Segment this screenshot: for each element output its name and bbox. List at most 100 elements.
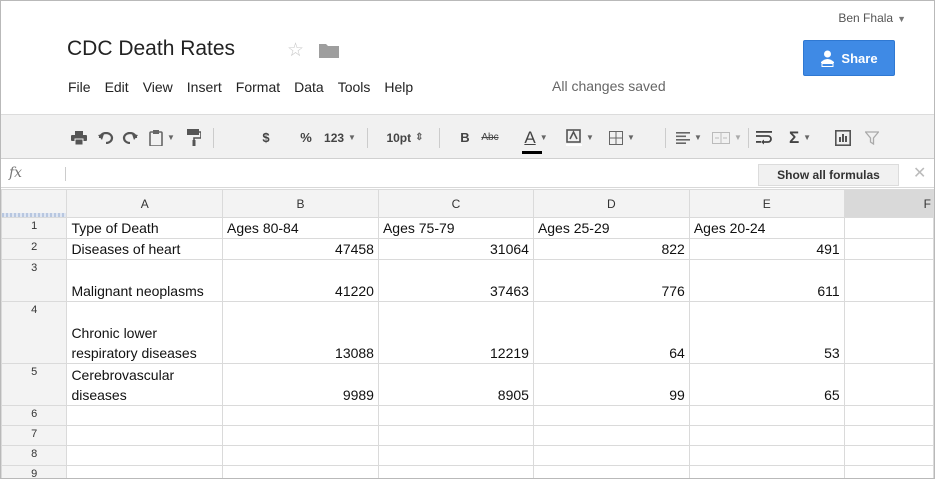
cell-f8[interactable] <box>843 445 934 466</box>
cell-d1[interactable]: Ages 25-29 <box>532 217 690 239</box>
menu-insert[interactable]: Insert <box>180 79 229 95</box>
cell-d4[interactable]: 64 <box>532 301 690 364</box>
bold-button[interactable]: B <box>457 115 473 160</box>
cell-a6[interactable] <box>66 405 224 426</box>
cell-a2[interactable]: Diseases of heart <box>66 238 224 260</box>
cell-d7[interactable] <box>532 425 690 446</box>
column-header-a[interactable]: A <box>66 189 224 218</box>
menu-help[interactable]: Help <box>377 79 420 95</box>
menu-data[interactable]: Data <box>287 79 331 95</box>
cell-c6[interactable] <box>377 405 534 426</box>
cell-a3[interactable]: Malignant neoplasms <box>66 259 224 302</box>
strikethrough-button[interactable]: Abc <box>477 115 503 160</box>
merge-cells-dropdown[interactable]: ▼ <box>709 115 745 160</box>
cell-c9[interactable] <box>377 465 534 478</box>
cell-d6[interactable] <box>532 405 690 426</box>
fill-color-dropdown[interactable]: ▼ <box>561 115 599 160</box>
menu-view[interactable]: View <box>136 79 180 95</box>
select-all-corner[interactable] <box>1 189 68 218</box>
wrap-text-button[interactable] <box>753 115 775 160</box>
functions-dropdown[interactable]: Σ ▼ <box>781 115 819 160</box>
cell-a4[interactable]: Chronic lower respiratory diseases <box>66 301 224 364</box>
font-size-dropdown[interactable]: 10pt ⇕ <box>375 115 435 160</box>
menu-tools[interactable]: Tools <box>331 79 378 95</box>
cell-b9[interactable] <box>222 465 379 478</box>
cell-c2[interactable]: 31064 <box>377 238 534 260</box>
cell-d3[interactable]: 776 <box>532 259 690 302</box>
cell-f3[interactable] <box>843 259 934 302</box>
redo-icon[interactable] <box>119 115 141 160</box>
column-header-c[interactable]: C <box>377 189 534 218</box>
undo-icon[interactable] <box>95 115 117 160</box>
cell-c5[interactable]: 8905 <box>377 363 534 406</box>
row-header[interactable]: 7 <box>1 425 68 446</box>
cell-f2[interactable] <box>843 238 934 260</box>
cell-a8[interactable] <box>66 445 224 466</box>
cell-c3[interactable]: 37463 <box>377 259 534 302</box>
row-header[interactable]: 6 <box>1 405 68 426</box>
cell-f6[interactable] <box>843 405 934 426</box>
align-dropdown[interactable]: ▼ <box>673 115 705 160</box>
currency-format-button[interactable]: $ <box>257 115 275 160</box>
cell-d2[interactable]: 822 <box>532 238 690 260</box>
folder-icon[interactable] <box>319 43 339 58</box>
cell-e5[interactable]: 65 <box>688 363 845 406</box>
cell-e7[interactable] <box>688 425 845 446</box>
column-header-e[interactable]: E <box>688 189 845 218</box>
cell-b6[interactable] <box>222 405 379 426</box>
row-header[interactable]: 8 <box>1 445 68 466</box>
cell-d8[interactable] <box>532 445 690 466</box>
show-all-formulas-button[interactable]: Show all formulas <box>758 164 899 186</box>
cell-b7[interactable] <box>222 425 379 446</box>
menu-file[interactable]: File <box>61 79 98 95</box>
account-menu[interactable]: Ben Fhala ▼ <box>838 11 906 25</box>
paint-roller-icon[interactable] <box>183 115 205 160</box>
cell-d5[interactable]: 99 <box>532 363 690 406</box>
cell-e3[interactable]: 611 <box>688 259 845 302</box>
cell-e6[interactable] <box>688 405 845 426</box>
row-header[interactable]: 2 <box>1 238 68 260</box>
cell-d9[interactable] <box>532 465 690 478</box>
cell-f4[interactable] <box>843 301 934 364</box>
cell-a7[interactable] <box>66 425 224 446</box>
column-header-b[interactable]: B <box>222 189 379 218</box>
cell-a5[interactable]: Cerebrovascular diseases <box>66 363 224 406</box>
cell-e1[interactable]: Ages 20-24 <box>688 217 845 239</box>
cell-b8[interactable] <box>222 445 379 466</box>
row-header[interactable]: 5 <box>1 363 68 406</box>
filter-icon[interactable] <box>861 115 883 160</box>
borders-dropdown[interactable]: ▼ <box>603 115 641 160</box>
insert-chart-button[interactable] <box>831 115 855 160</box>
cell-c7[interactable] <box>377 425 534 446</box>
row-header[interactable]: 9 <box>1 465 68 478</box>
paint-format-dropdown[interactable]: ▼ <box>145 115 179 160</box>
cell-e2[interactable]: 491 <box>688 238 845 260</box>
menu-edit[interactable]: Edit <box>98 79 136 95</box>
cell-c1[interactable]: Ages 75-79 <box>377 217 534 239</box>
percent-format-button[interactable]: % <box>297 115 315 160</box>
row-header[interactable]: 1 <box>1 217 68 239</box>
column-header-d[interactable]: D <box>532 189 690 218</box>
cell-b2[interactable]: 47458 <box>222 238 379 260</box>
number-format-dropdown[interactable]: 123 ▼ <box>319 115 361 160</box>
cell-e8[interactable] <box>688 445 845 466</box>
cell-e9[interactable] <box>688 465 845 478</box>
cell-f7[interactable] <box>843 425 934 446</box>
cell-c8[interactable] <box>377 445 534 466</box>
star-icon[interactable]: ☆ <box>287 39 304 62</box>
menu-format[interactable]: Format <box>229 79 287 95</box>
cell-c4[interactable]: 12219 <box>377 301 534 364</box>
share-button[interactable]: Share <box>803 40 895 76</box>
cell-b3[interactable]: 41220 <box>222 259 379 302</box>
cell-b5[interactable]: 9989 <box>222 363 379 406</box>
cell-f9[interactable] <box>843 465 934 478</box>
column-header-f[interactable]: F <box>843 189 934 218</box>
cell-e4[interactable]: 53 <box>688 301 845 364</box>
row-header[interactable]: 4 <box>1 301 68 364</box>
print-icon[interactable] <box>67 115 91 160</box>
cell-a1[interactable]: Type of Death <box>66 217 224 239</box>
cell-f5[interactable] <box>843 363 934 406</box>
cell-b1[interactable]: Ages 80-84 <box>222 217 379 239</box>
text-color-dropdown[interactable]: A ▼ <box>519 115 553 160</box>
row-header[interactable]: 3 <box>1 259 68 302</box>
